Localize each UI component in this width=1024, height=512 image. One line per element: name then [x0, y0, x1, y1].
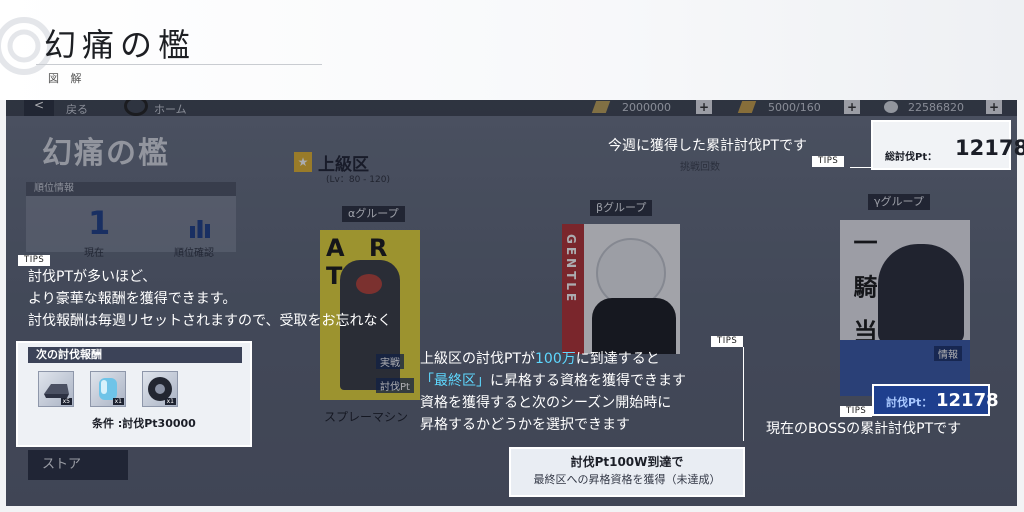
tip-text-left-3: 討伐報酬は毎週リセットされますので、受取をお忘れなく [28, 313, 392, 329]
page-header: 幻痛の檻 図 解 [0, 0, 1024, 100]
tips-badge-top-right: TIPS [812, 156, 845, 167]
reward-qty: x1 [164, 398, 176, 405]
tip-text-center-4: 昇格するかどうかを選択できます [420, 417, 630, 433]
boss-points-panel: 討伐Pt： 12178 [872, 384, 999, 416]
page-title: 幻痛の檻 [44, 26, 197, 64]
tip-connector-center [743, 347, 744, 441]
tip-center-2-highlight: 「最終区」 [420, 373, 490, 389]
tip-center-1-pre: 上級区の討伐PTが [420, 351, 535, 367]
weekly-total-panel: 総討伐Pt： 12178 [871, 120, 1024, 170]
reward-qty: x1 [112, 398, 124, 405]
tire-icon[interactable]: x1 [142, 371, 178, 407]
tip-connector-top-right [850, 167, 872, 168]
reward-condition: 条件 :討伐Pt30000 [92, 417, 196, 430]
boss-points-value: 12178 [936, 390, 999, 411]
tip-text-top-right: 今週に獲得した累計討伐PTです [608, 138, 807, 154]
final-zone-line1: 討伐Pt100W到達で [570, 455, 684, 469]
tip-center-2-post: に昇格する資格を獲得できます [490, 373, 686, 389]
tip-text-center-1: 上級区の討伐PTが100万に到達すると [420, 348, 660, 370]
total-value: 12178 [955, 136, 1024, 160]
total-label: 総討伐Pt： [885, 152, 938, 163]
tip-center-1-highlight: 100万 [535, 351, 576, 367]
next-reward-panel: 次の討伐報酬 x5 x1 x1 条件 :討伐Pt30000 [16, 341, 252, 447]
tip-text-left-1: 討伐PTが多いほど、 [28, 269, 157, 285]
tip-text-bottom-right: 現在のBOSSの累計討伐PTです [766, 421, 962, 437]
tips-badge-left: TIPS [18, 255, 51, 266]
tips-badge-bottom-right: TIPS [840, 406, 873, 417]
final-zone-line2: 最終区への昇格資格を獲得（未達成） [533, 473, 721, 486]
tip-center-1-post: に到達すると [575, 351, 660, 367]
tip-text-center-3: 資格を獲得すると次のシーズン開始時に [420, 395, 672, 411]
page-subtitle: 図 解 [48, 72, 86, 85]
final-zone-panel: 討伐Pt100W到達で 最終区への昇格資格を獲得（未達成） [509, 447, 745, 497]
tip-text-left-2: より豪華な報酬を獲得できます。 [28, 291, 237, 307]
reward-qty: x5 [60, 398, 72, 405]
tip-text-center-2: 「最終区」に昇格する資格を獲得できます [420, 370, 686, 392]
ingot-icon[interactable]: x5 [38, 371, 74, 407]
capsule-icon[interactable]: x1 [90, 371, 126, 407]
boss-points-label: 討伐Pt： [886, 396, 933, 409]
reward-header: 次の討伐報酬 [28, 347, 242, 363]
title-divider [36, 64, 322, 65]
tips-badge-center: TIPS [711, 336, 744, 347]
